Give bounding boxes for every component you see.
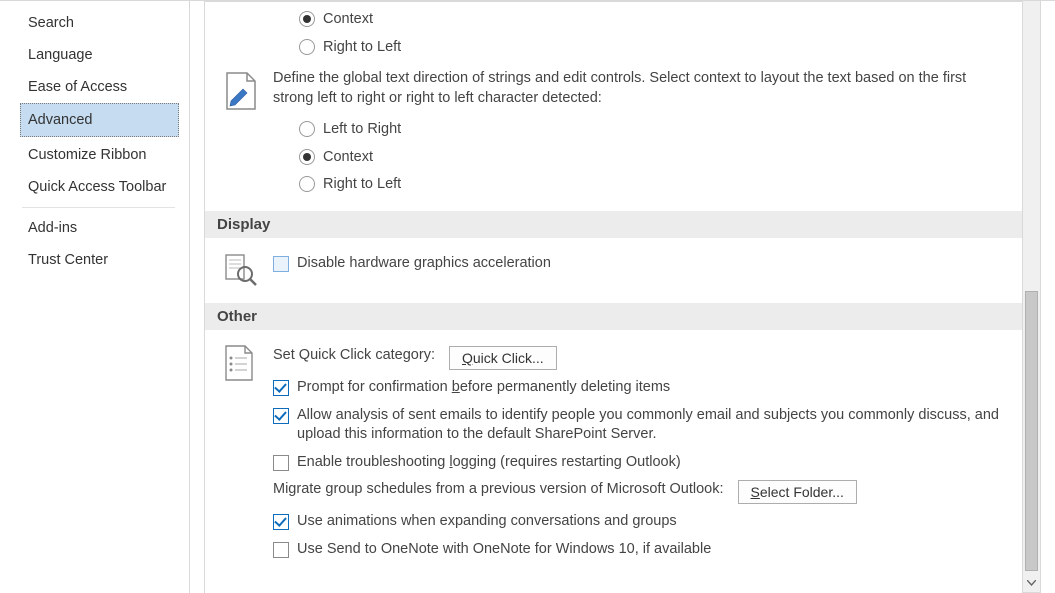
scroll-down-button[interactable] [1023, 574, 1040, 592]
radio-icon [299, 11, 315, 27]
checkbox-label: Use animations when expanding conversati… [297, 512, 677, 532]
content-area: Context Right to Left [190, 1, 1055, 593]
radio-icon [299, 121, 315, 137]
migrate-label: Migrate group schedules from a previous … [273, 480, 724, 500]
checkbox-label: Allow analysis of sent emails to identif… [297, 406, 1008, 445]
options-dialog: Search Language Ease of Access Advanced … [0, 0, 1055, 593]
sidebar-item-language[interactable]: Language [0, 39, 189, 71]
sidebar-item-trust-center[interactable]: Trust Center [0, 244, 189, 276]
scrollbar[interactable] [1023, 1, 1041, 593]
checkbox-disable-hw-graphics[interactable]: Disable hardware graphics acceleration [273, 250, 1008, 278]
bidi-global-block: Define the global text direction of stri… [205, 69, 1022, 207]
document-list-icon [223, 344, 255, 382]
checkbox-label: Disable hardware graphics acceleration [297, 254, 551, 274]
radio-icon [299, 149, 315, 165]
sidebar: Search Language Ease of Access Advanced … [0, 1, 190, 593]
sidebar-item-advanced[interactable]: Advanced [20, 103, 179, 137]
checkbox-icon [273, 408, 289, 424]
icon-col [223, 250, 273, 291]
document-magnify-icon [223, 252, 259, 288]
icon-col [223, 69, 273, 199]
section-header-other: Other [205, 303, 1022, 330]
migrate-row: Migrate group schedules from a previous … [273, 476, 1008, 508]
sidebar-item-add-ins[interactable]: Add-ins [0, 212, 189, 244]
spacer [223, 6, 273, 61]
section-header-display: Display [205, 211, 1022, 238]
checkbox-allow-analysis[interactable]: Allow analysis of sent emails to identif… [273, 402, 1008, 449]
checkbox-icon [273, 380, 289, 396]
radio-left-to-right[interactable]: Left to Right [299, 116, 1008, 144]
radio-context[interactable]: Context [299, 6, 1008, 34]
radio-context-global[interactable]: Context [299, 144, 1008, 172]
scrollbar-thumb[interactable] [1025, 291, 1038, 571]
quick-click-label: Set Quick Click category: [273, 346, 435, 366]
other-block: Set Quick Click category: Quick Click...… [205, 342, 1022, 571]
bidi-top-block: Context Right to Left [205, 2, 1022, 69]
bidi-global-description: Define the global text direction of stri… [273, 69, 1008, 116]
quick-click-button[interactable]: Quick Click... [449, 346, 557, 370]
checkbox-use-animations[interactable]: Use animations when expanding conversati… [273, 508, 1008, 536]
radio-right-to-left[interactable]: Right to Left [299, 34, 1008, 62]
sidebar-divider [22, 207, 175, 208]
sidebar-item-ease-of-access[interactable]: Ease of Access [0, 71, 189, 103]
radio-label: Right to Left [323, 175, 401, 195]
radio-label: Left to Right [323, 120, 401, 140]
sidebar-item-quick-access-toolbar[interactable]: Quick Access Toolbar [0, 171, 189, 203]
sidebar-item-search[interactable]: Search [0, 7, 189, 39]
checkbox-onenote[interactable]: Use Send to OneNote with OneNote for Win… [273, 536, 1008, 564]
document-pencil-icon [223, 71, 259, 111]
radio-icon [299, 39, 315, 55]
checkbox-icon [273, 542, 289, 558]
quick-click-row: Set Quick Click category: Quick Click... [273, 342, 1008, 374]
display-block: Disable hardware graphics acceleration [205, 250, 1022, 299]
checkbox-label: Use Send to OneNote with OneNote for Win… [297, 540, 711, 560]
radio-label: Context [323, 148, 373, 168]
radio-label: Context [323, 10, 373, 30]
checkbox-label: Prompt for confirmation before permanent… [297, 378, 670, 398]
options-panel: Context Right to Left [204, 1, 1023, 593]
checkbox-prompt-delete[interactable]: Prompt for confirmation before permanent… [273, 374, 1008, 402]
sidebar-item-customize-ribbon[interactable]: Customize Ribbon [0, 139, 189, 171]
radio-label: Right to Left [323, 38, 401, 58]
chevron-down-icon [1027, 580, 1036, 586]
checkbox-icon [273, 514, 289, 530]
select-folder-button[interactable]: Select Folder... [738, 480, 857, 504]
checkbox-icon [273, 256, 289, 272]
radio-right-to-left-global[interactable]: Right to Left [299, 171, 1008, 199]
checkbox-icon [273, 455, 289, 471]
checkbox-troubleshoot-logging[interactable]: Enable troubleshooting logging (requires… [273, 449, 1008, 477]
icon-col [223, 342, 273, 563]
checkbox-label: Enable troubleshooting logging (requires… [297, 453, 681, 473]
radio-icon [299, 176, 315, 192]
